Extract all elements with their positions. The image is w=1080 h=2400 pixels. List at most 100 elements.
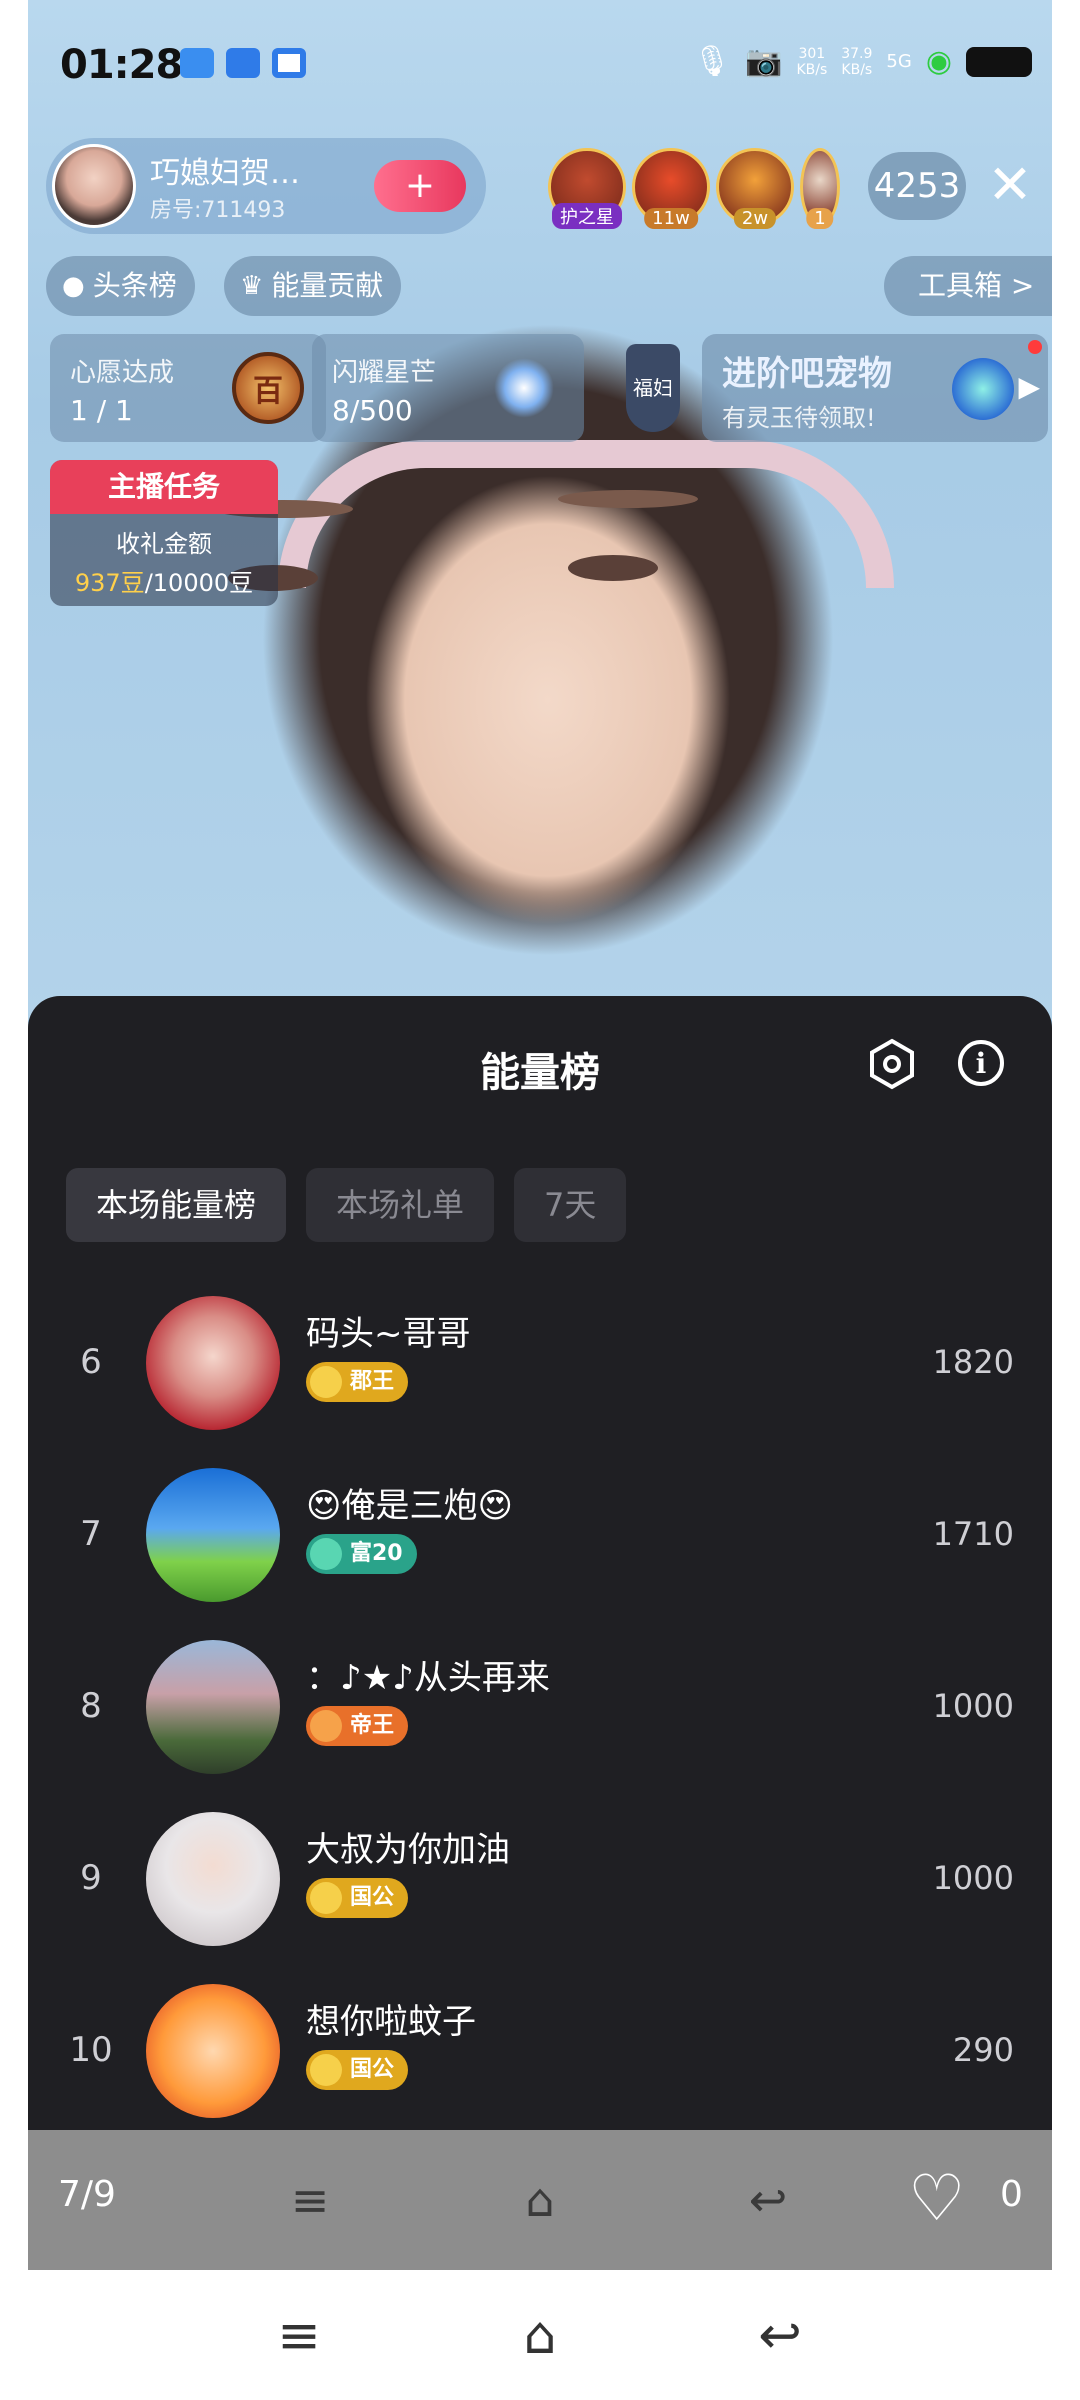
shine-star-card[interactable]: 闪耀星芒 8/500 bbox=[312, 334, 584, 442]
badge-label: 富20 bbox=[350, 1541, 403, 1566]
host-task-progress: 937豆/10000豆 bbox=[50, 563, 278, 598]
wish-progress: 1 / 1 bbox=[70, 394, 133, 427]
heart-icon[interactable]: ♡ bbox=[908, 2162, 965, 2236]
level-badge: 帝王 bbox=[306, 1706, 409, 1746]
gem-icon bbox=[952, 358, 1014, 420]
user-name: 想你啦蚊子 bbox=[306, 2002, 476, 2042]
wish-title: 心愿达成 bbox=[70, 358, 175, 388]
face-decoration bbox=[558, 490, 698, 508]
headline-rank-label: 头条榜 bbox=[92, 269, 177, 302]
crown-icon: ♛ bbox=[240, 271, 264, 301]
menu-icon[interactable]: ≡ bbox=[264, 2308, 334, 2364]
app-notification-icon bbox=[272, 48, 306, 78]
room-number: 房号:711493 bbox=[150, 198, 286, 223]
viewer-avatar[interactable]: 1 bbox=[800, 148, 840, 229]
shine-star-progress: 8/500 bbox=[332, 394, 413, 427]
host-info[interactable]: 巧媳妇贺… 房号:711493 + bbox=[46, 138, 486, 234]
user-avatar[interactable] bbox=[146, 1640, 280, 1774]
badge-icon bbox=[310, 1366, 342, 1398]
headline-rank-button[interactable]: ● 头条榜 bbox=[46, 256, 195, 316]
back-icon[interactable]: ↩ bbox=[745, 2308, 815, 2364]
host-task-header: 主播任务 bbox=[50, 460, 278, 514]
viewer-tag: 护之星 bbox=[552, 203, 622, 229]
ranking-row[interactable]: 10 想你啦蚊子 国公 290 bbox=[28, 1984, 1052, 2130]
pet-promo-title: 进阶吧宠物 bbox=[722, 354, 892, 394]
level-badge: 富20 bbox=[306, 1534, 417, 1574]
badge-icon bbox=[310, 1882, 342, 1914]
energy-score: 290 bbox=[952, 2031, 1014, 2069]
pet-promo-card[interactable]: 进阶吧宠物 有灵玉待领取! ▶ bbox=[702, 334, 1048, 442]
star-icon bbox=[494, 358, 554, 418]
user-name: 大叔为你加油 bbox=[306, 1830, 510, 1870]
user-name: 码头~哥哥 bbox=[306, 1314, 471, 1354]
host-name: 巧媳妇贺… bbox=[150, 156, 300, 191]
user-name: ：♪★♪从头再来 bbox=[306, 1658, 550, 1698]
level-badge: 国公 bbox=[306, 2050, 409, 2090]
toolbox-button[interactable]: 工具箱 > bbox=[884, 256, 1052, 316]
energy-contribution-label: 能量贡献 bbox=[271, 269, 384, 302]
system-nav-bar: ≡ ⌂ ↩ bbox=[0, 2270, 1080, 2400]
microphone-icon: 🎙 bbox=[692, 44, 732, 79]
ranking-row[interactable]: 9 大叔为你加油 国公 1000 bbox=[28, 1812, 1052, 1984]
badge-label: 国公 bbox=[350, 1885, 395, 1910]
ranking-tabs: 本场能量榜 本场礼单 7天 bbox=[66, 1168, 627, 1242]
viewer-tag: 11w bbox=[644, 208, 698, 229]
menu-icon[interactable]: ≡ bbox=[280, 2174, 340, 2226]
rank-number: 9 bbox=[80, 1858, 102, 1898]
ranking-list: 6 码头~哥哥 郡王 1820 7 😍俺是三炮😍 富20 1710 8 ：♪★♪… bbox=[28, 1296, 1052, 2130]
shine-star-title: 闪耀星芒 bbox=[332, 358, 437, 388]
clock: 01:28 bbox=[60, 42, 183, 88]
settings-hexagon-icon[interactable] bbox=[866, 1038, 918, 1090]
home-icon[interactable]: ⌂ bbox=[505, 2308, 575, 2364]
status-bar: 01:28 🎙 📷 301 KB/s 37.9 KB/s 5G ◉ bbox=[28, 30, 1052, 100]
level-badge: 国公 bbox=[306, 1878, 409, 1918]
pet-promo-subtitle: 有灵玉待领取! bbox=[722, 404, 876, 432]
host-avatar[interactable] bbox=[52, 144, 136, 228]
tab-seven-days[interactable]: 7天 bbox=[514, 1168, 627, 1242]
back-icon[interactable]: ↩ bbox=[738, 2174, 798, 2226]
play-arrow-icon: ▶ bbox=[1018, 370, 1040, 403]
net-speed-down: 37.9 KB/s bbox=[841, 45, 873, 78]
wish-card[interactable]: 心愿达成 1 / 1 百 bbox=[50, 334, 326, 442]
ranking-row[interactable]: 8 ：♪★♪从头再来 帝王 1000 bbox=[28, 1640, 1052, 1812]
energy-contribution-button[interactable]: ♛ 能量贡献 bbox=[224, 256, 402, 316]
overlay-nav-bar: 7/9 ≡ ⌂ ↩ ♡ 0 bbox=[28, 2130, 1052, 2270]
tab-session-energy[interactable]: 本场能量榜 bbox=[66, 1168, 287, 1242]
viewer-count[interactable]: 4253 bbox=[868, 152, 966, 220]
user-avatar[interactable] bbox=[146, 1468, 280, 1602]
user-avatar[interactable] bbox=[146, 1812, 280, 1946]
tab-session-gifts[interactable]: 本场礼单 bbox=[306, 1168, 495, 1242]
viewer-avatar[interactable]: 11w bbox=[632, 148, 710, 229]
shield-badge-icon[interactable]: 福妇 bbox=[626, 344, 680, 432]
host-task-current: 937豆 bbox=[74, 569, 145, 597]
viewer-avatar[interactable]: 2w bbox=[716, 148, 794, 229]
ranking-row[interactable]: 6 码头~哥哥 郡王 1820 bbox=[28, 1296, 1052, 1468]
badge-label: 帝王 bbox=[350, 1713, 395, 1738]
face-decoration bbox=[568, 555, 658, 581]
signal-icon: 5G bbox=[886, 50, 912, 72]
rank-number: 6 bbox=[80, 1342, 102, 1382]
ranking-row[interactable]: 7 😍俺是三炮😍 富20 1710 bbox=[28, 1468, 1052, 1640]
energy-score: 1000 bbox=[932, 1859, 1014, 1897]
home-icon[interactable]: ⌂ bbox=[510, 2174, 570, 2226]
page-indicator: 7/9 bbox=[58, 2174, 116, 2215]
badge-icon bbox=[310, 1538, 342, 1570]
host-task-label: 收礼金额 bbox=[116, 530, 212, 558]
badge-label: 郡王 bbox=[350, 1369, 395, 1394]
viewer-avatar[interactable]: 护之星 bbox=[548, 148, 626, 229]
close-icon[interactable]: ✕ bbox=[978, 150, 1042, 220]
user-avatar[interactable] bbox=[146, 1984, 280, 2118]
app-notification-icon bbox=[226, 48, 260, 78]
like-count: 0 bbox=[1000, 2174, 1023, 2215]
info-icon[interactable]: i bbox=[958, 1040, 1004, 1086]
follow-button[interactable]: + bbox=[374, 160, 466, 212]
badge-icon bbox=[310, 2054, 342, 2086]
badge-label: 国公 bbox=[350, 2057, 395, 2082]
hundred-medal-icon: 百 bbox=[232, 352, 304, 424]
user-avatar[interactable] bbox=[146, 1296, 280, 1430]
wifi-icon: ◉ bbox=[925, 44, 952, 79]
rank-number: 8 bbox=[80, 1686, 102, 1726]
host-task-panel[interactable]: 主播任务 收礼金额 937豆/10000豆 bbox=[50, 460, 278, 606]
camera-icon: 📷 bbox=[745, 44, 783, 79]
rank-number: 10 bbox=[69, 2030, 113, 2070]
